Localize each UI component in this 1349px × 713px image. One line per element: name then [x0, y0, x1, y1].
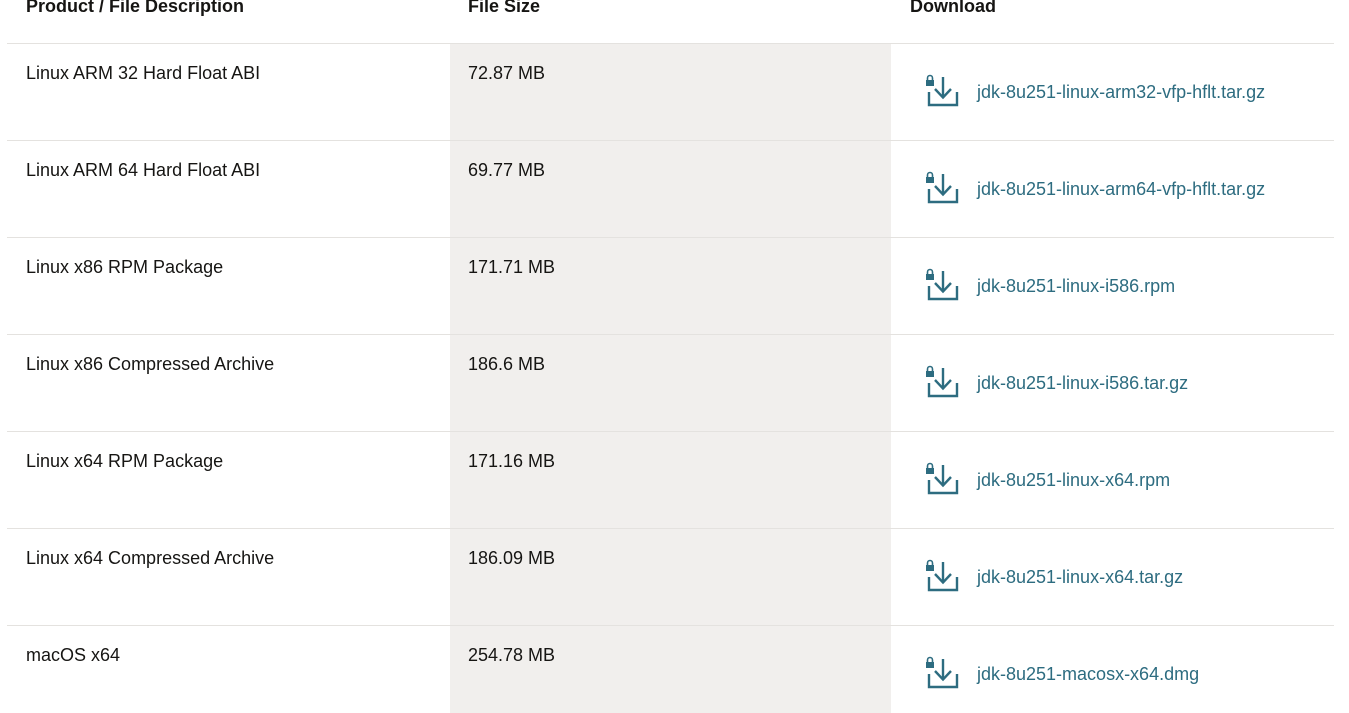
table-header: Product / File Description File Size Dow… — [7, 0, 1334, 44]
table-row: Linux x64 Compressed Archive 186.09 MB j… — [7, 529, 1334, 626]
header-description: Product / File Description — [26, 0, 245, 16]
header-download: Download — [910, 0, 996, 16]
row-description: Linux x64 RPM Package — [26, 451, 224, 471]
row-description: Linux ARM 32 Hard Float ABI — [26, 63, 261, 83]
row-file-size: 186.09 MB — [468, 548, 556, 568]
table-row: Linux x86 Compressed Archive 186.6 MB jd… — [7, 335, 1334, 432]
table-body: Linux ARM 32 Hard Float ABI 72.87 MB jdk… — [7, 44, 1334, 713]
download-link-row[interactable]: jdk-8u251-linux-x64.tar.gz — [924, 559, 1183, 593]
header-file-size: File Size — [468, 0, 541, 16]
download-lock-icon[interactable] — [924, 365, 962, 399]
download-filename[interactable]: jdk-8u251-linux-x64.rpm — [977, 470, 1170, 491]
download-filename[interactable]: jdk-8u251-linux-arm32-vfp-hflt.tar.gz — [977, 82, 1265, 103]
table-row: macOS x64 254.78 MB jdk-8u251-macosx-x64… — [7, 626, 1334, 713]
row-description: macOS x64 — [26, 645, 121, 665]
row-description: Linux x86 Compressed Archive — [26, 354, 275, 374]
row-file-size: 186.6 MB — [468, 354, 546, 374]
page-right-margin — [1334, 0, 1349, 713]
download-filename[interactable]: jdk-8u251-linux-arm64-vfp-hflt.tar.gz — [977, 179, 1265, 200]
download-link-row[interactable]: jdk-8u251-linux-arm64-vfp-hflt.tar.gz — [924, 171, 1265, 205]
table-row: Linux x64 RPM Package 171.16 MB jdk-8u25… — [7, 432, 1334, 529]
row-file-size: 171.16 MB — [468, 451, 556, 471]
row-file-size: 171.71 MB — [468, 257, 556, 277]
downloads-table: Product / File Description File Size Dow… — [7, 0, 1334, 713]
table-row: Linux ARM 32 Hard Float ABI 72.87 MB jdk… — [7, 44, 1334, 141]
download-link-row[interactable]: jdk-8u251-linux-x64.rpm — [924, 462, 1170, 496]
download-lock-icon[interactable] — [924, 462, 962, 496]
download-lock-icon[interactable] — [924, 656, 962, 690]
download-filename[interactable]: jdk-8u251-linux-i586.tar.gz — [977, 373, 1188, 394]
download-link-row[interactable]: jdk-8u251-linux-i586.rpm — [924, 268, 1175, 302]
row-file-size: 254.78 MB — [468, 645, 556, 665]
download-lock-icon[interactable] — [924, 171, 962, 205]
download-lock-icon[interactable] — [924, 74, 962, 108]
download-filename[interactable]: jdk-8u251-linux-x64.tar.gz — [977, 567, 1183, 588]
table-row: Linux x86 RPM Package 171.71 MB jdk-8u25… — [7, 238, 1334, 335]
download-lock-icon[interactable] — [924, 268, 962, 302]
row-file-size: 72.87 MB — [468, 63, 546, 83]
table-row: Linux ARM 64 Hard Float ABI 69.77 MB jdk… — [7, 141, 1334, 238]
row-file-size: 69.77 MB — [468, 160, 546, 180]
row-description: Linux x86 RPM Package — [26, 257, 224, 277]
download-link-row[interactable]: jdk-8u251-linux-arm32-vfp-hflt.tar.gz — [924, 74, 1265, 108]
download-lock-icon[interactable] — [924, 559, 962, 593]
row-description: Linux x64 Compressed Archive — [26, 548, 275, 568]
row-description: Linux ARM 64 Hard Float ABI — [26, 160, 261, 180]
download-link-row[interactable]: jdk-8u251-macosx-x64.dmg — [924, 656, 1199, 690]
download-filename[interactable]: jdk-8u251-macosx-x64.dmg — [977, 664, 1199, 685]
download-link-row[interactable]: jdk-8u251-linux-i586.tar.gz — [924, 365, 1188, 399]
download-filename[interactable]: jdk-8u251-linux-i586.rpm — [977, 276, 1175, 297]
